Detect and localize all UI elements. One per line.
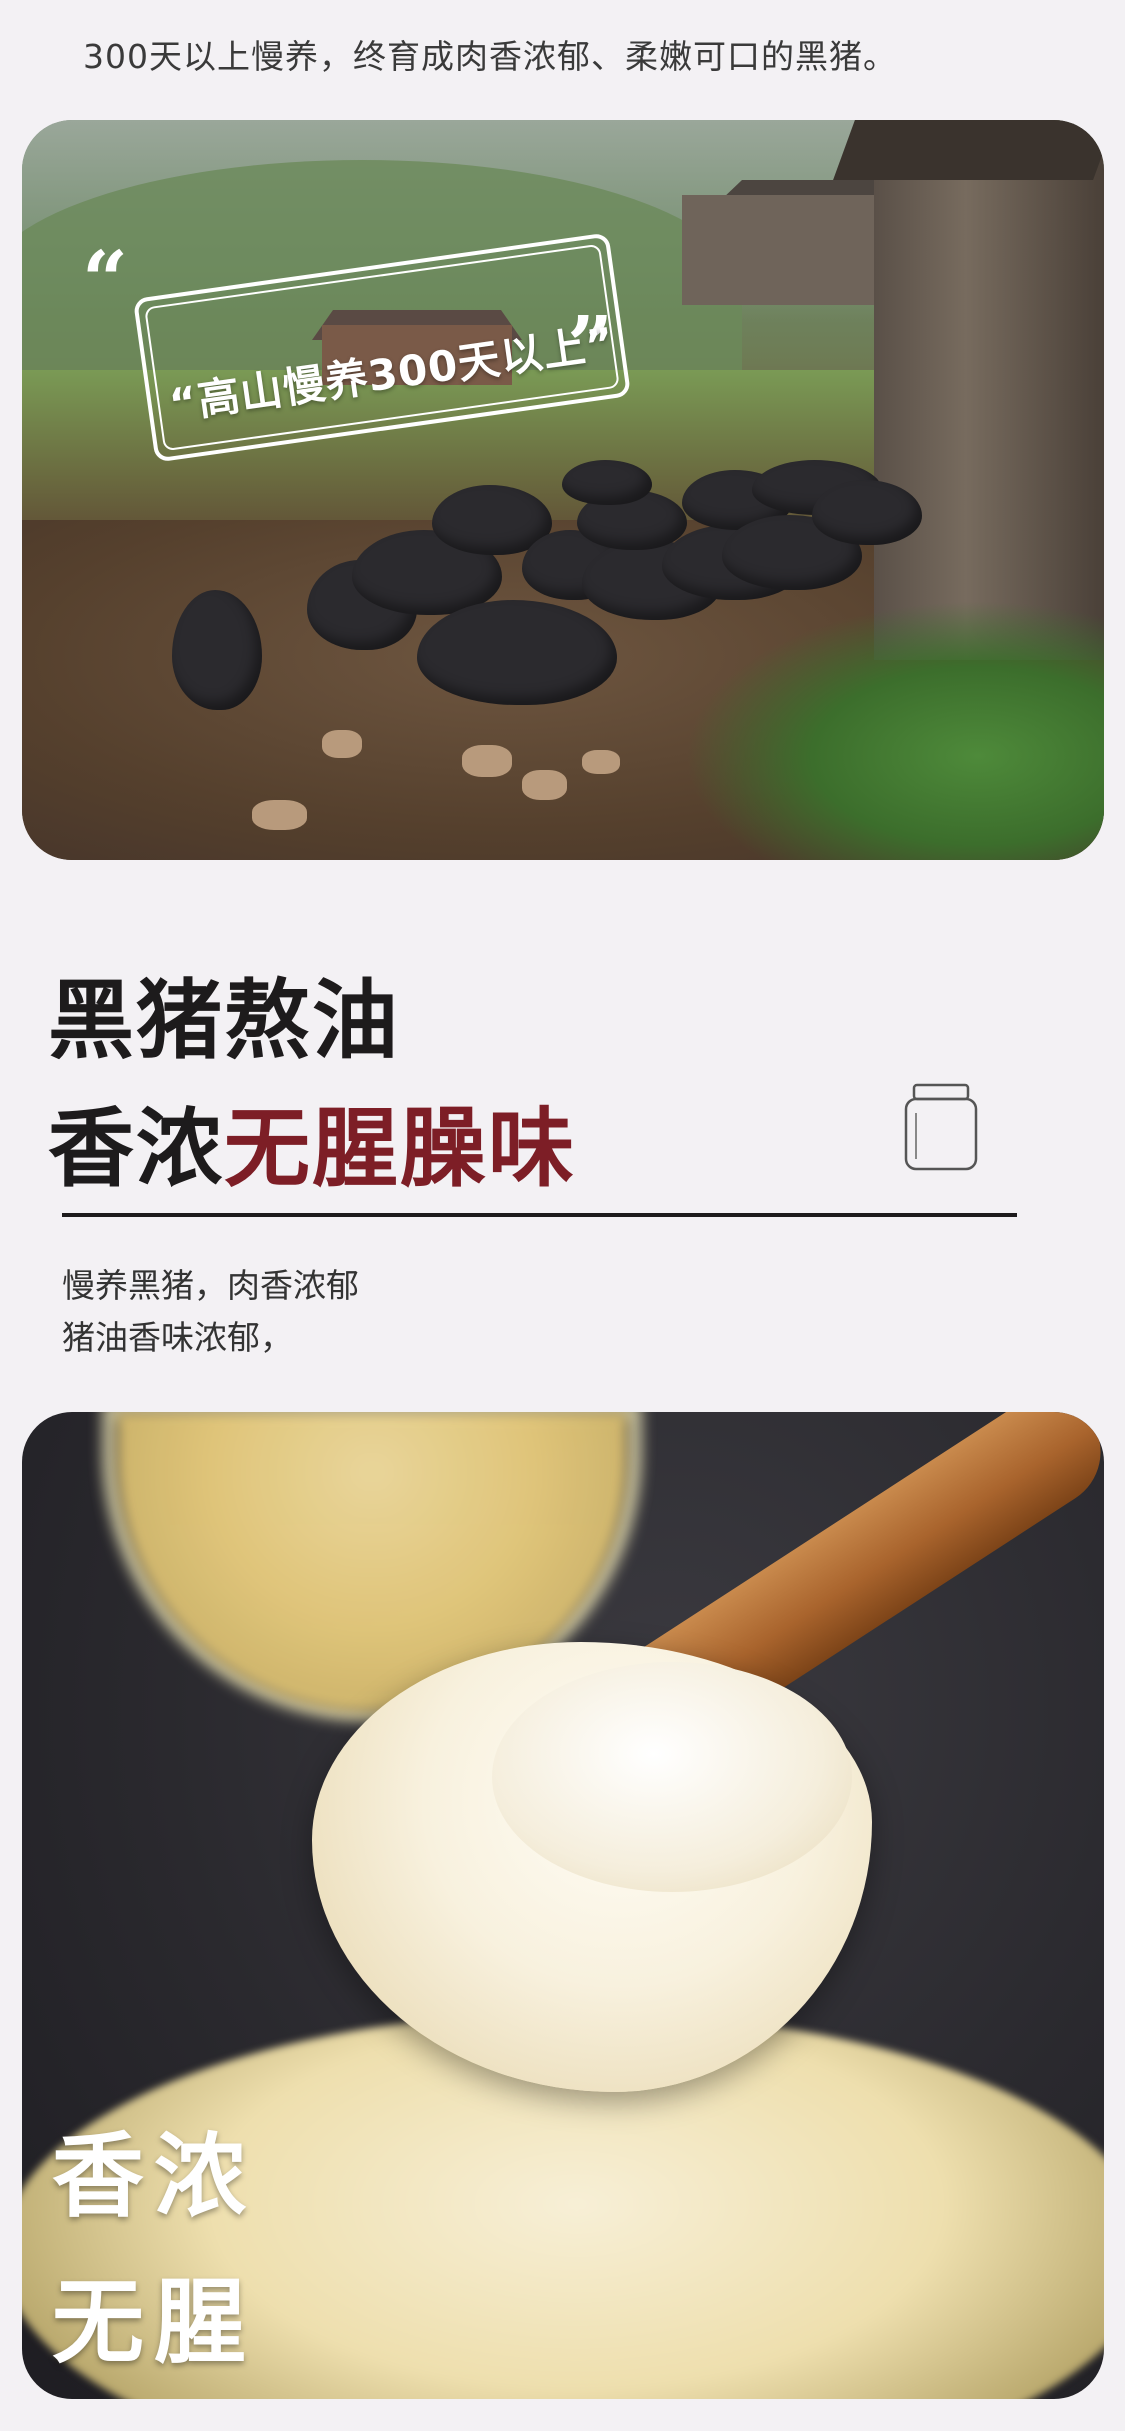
green-plants xyxy=(684,600,1104,860)
divider xyxy=(62,1213,1017,1217)
lard-caption-line1: 香浓 xyxy=(52,2122,257,2230)
title-highlight: 无腥臊味 xyxy=(224,1098,576,1199)
wooden-house xyxy=(874,120,1104,660)
description-line2: 猪油香味浓郁， xyxy=(62,1318,293,1357)
pig xyxy=(812,480,922,545)
description-line1: 慢养黑猪，肉香浓郁 xyxy=(62,1266,359,1305)
stone xyxy=(252,800,307,830)
stone xyxy=(322,730,362,758)
wooden-house-roof xyxy=(833,120,1104,180)
intro-text: 300天以上慢养，终育成肉香浓郁、柔嫩可口的黑猪。 xyxy=(83,37,897,76)
lard-caption-line2: 无腥 xyxy=(52,2268,257,2376)
lard-scoop-top xyxy=(492,1662,852,1892)
farm-photo: “ ” “高山慢养300天以上” xyxy=(22,120,1104,860)
stone xyxy=(522,770,567,800)
quote-open-icon: “ xyxy=(82,233,129,327)
pig xyxy=(562,460,652,505)
description: 慢养黑猪，肉香浓郁 猪油香味浓郁， xyxy=(62,1260,359,1364)
stone xyxy=(462,745,512,777)
section-title-line2: 香浓无腥臊味 xyxy=(48,1078,576,1203)
stone xyxy=(582,750,620,774)
title-prefix: 香浓 xyxy=(48,1098,224,1199)
lard-caption: 香浓 无腥 xyxy=(52,2103,256,2395)
section-title-line1: 黑猪熬油 xyxy=(48,970,400,1071)
jar-icon xyxy=(904,1083,978,1171)
